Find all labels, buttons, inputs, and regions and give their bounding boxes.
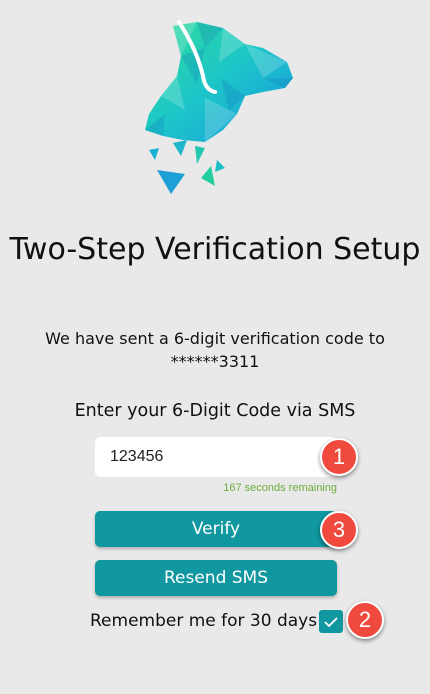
remember-me-checkbox[interactable] xyxy=(319,610,343,633)
resend-sms-button[interactable]: Resend SMS xyxy=(95,560,337,596)
step-badge-1: 1 xyxy=(320,438,358,476)
countdown-timer: 167 seconds remaining xyxy=(223,482,337,494)
verification-code-input[interactable] xyxy=(95,437,337,477)
code-input-label: Enter your 6-Digit Code via SMS xyxy=(74,401,356,421)
sms-sent-message: We have sent a 6-digit verification code… xyxy=(0,327,430,373)
page-title: Two-Step Verification Setup xyxy=(9,232,421,267)
dog-head-logo-icon xyxy=(145,20,293,194)
verify-button[interactable]: Verify xyxy=(95,511,337,547)
sms-sent-text: We have sent a 6-digit verification code… xyxy=(45,329,385,348)
step-badge-2: 2 xyxy=(346,601,384,639)
remember-me-label: Remember me for 30 days xyxy=(90,611,318,631)
masked-phone-number: ******3311 xyxy=(170,352,260,371)
step-badge-3: 3 xyxy=(320,511,358,549)
checkmark-icon xyxy=(324,616,338,627)
